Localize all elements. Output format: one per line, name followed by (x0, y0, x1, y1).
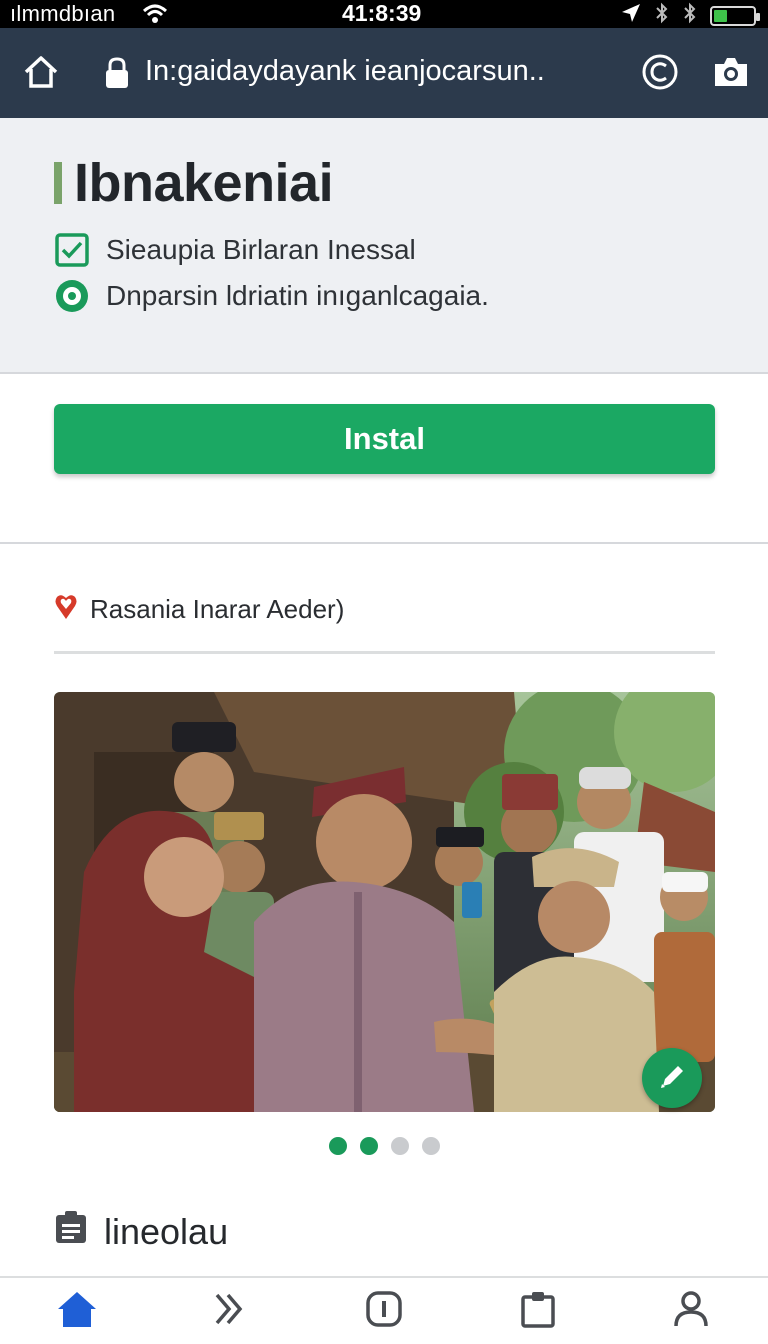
clipboard-icon (54, 1210, 88, 1253)
nav-item-home[interactable] (0, 1278, 154, 1344)
info-icon (365, 1290, 403, 1333)
carrier-label: ılmmdbıan (10, 1, 116, 26)
battery-icon (710, 5, 760, 26)
description-heading-label: lineolau (104, 1210, 229, 1252)
feature-item: Sieaupia Birlaran Inessal (54, 232, 416, 268)
copyright-icon[interactable] (641, 53, 679, 96)
user-icon (673, 1290, 709, 1333)
feature-label: Dnparsin ldriatin inıganlcagaia. (106, 280, 489, 311)
app-header: Ibnakeniai Sieaupia Birlaran Inessal Dnp… (0, 118, 768, 374)
pagination-dots (329, 1137, 440, 1155)
location-arrow-icon (620, 2, 642, 29)
pagination-dot[interactable] (422, 1137, 440, 1155)
gallery-heading: Rasania Inarar Aeder) (54, 592, 344, 627)
app-title: Ibnakeniai (74, 153, 334, 213)
status-bar: ılmmdbıan 41:8:39 (0, 0, 768, 28)
wifi-icon (142, 3, 168, 30)
lock-icon (104, 56, 130, 95)
browser-toolbar: In:gaidaydayank ieanjocarsun.. (0, 28, 768, 118)
gallery-heading-label: Rasania Inarar Aeder) (90, 594, 345, 624)
title-accent-bar (54, 162, 62, 204)
battery-level (714, 9, 727, 22)
double-chevron-icon (213, 1291, 247, 1332)
app-title-wrap: Ibnakeniai (54, 152, 334, 214)
clipboard-icon (520, 1290, 556, 1333)
home-icon (56, 1289, 98, 1334)
edit-fab-button[interactable] (642, 1048, 702, 1108)
heart-pin-icon (54, 592, 78, 627)
camera-icon[interactable] (712, 54, 750, 95)
gallery-photo[interactable] (54, 692, 715, 1112)
pagination-dot[interactable] (391, 1137, 409, 1155)
install-button[interactable]: Instal (54, 404, 715, 474)
checkbox-icon (54, 232, 90, 268)
nav-item-forward[interactable] (154, 1278, 308, 1344)
bluetooth-icon (654, 2, 670, 29)
install-section: Instal (0, 374, 768, 544)
nav-item-info[interactable] (307, 1278, 461, 1344)
nav-item-clipboard[interactable] (461, 1278, 615, 1344)
bottom-nav (0, 1276, 768, 1344)
status-icons (620, 2, 760, 29)
bluetooth-icon (682, 2, 698, 29)
divider (54, 651, 715, 654)
feature-item: Dnparsin ldriatin inıganlcagaia. (54, 278, 489, 314)
nav-item-profile[interactable] (614, 1278, 768, 1344)
photo-illustration (54, 692, 715, 1112)
pagination-dot[interactable] (360, 1137, 378, 1155)
radio-icon (54, 278, 90, 314)
url-bar[interactable]: In:gaidaydayank ieanjocarsun.. (145, 55, 585, 88)
pagination-dot[interactable] (329, 1137, 347, 1155)
home-icon[interactable] (22, 54, 60, 95)
clock: 41:8:39 (342, 0, 422, 26)
feature-label: Sieaupia Birlaran Inessal (106, 234, 416, 265)
pencil-icon (657, 1062, 687, 1095)
description-heading: lineolau (54, 1210, 228, 1253)
